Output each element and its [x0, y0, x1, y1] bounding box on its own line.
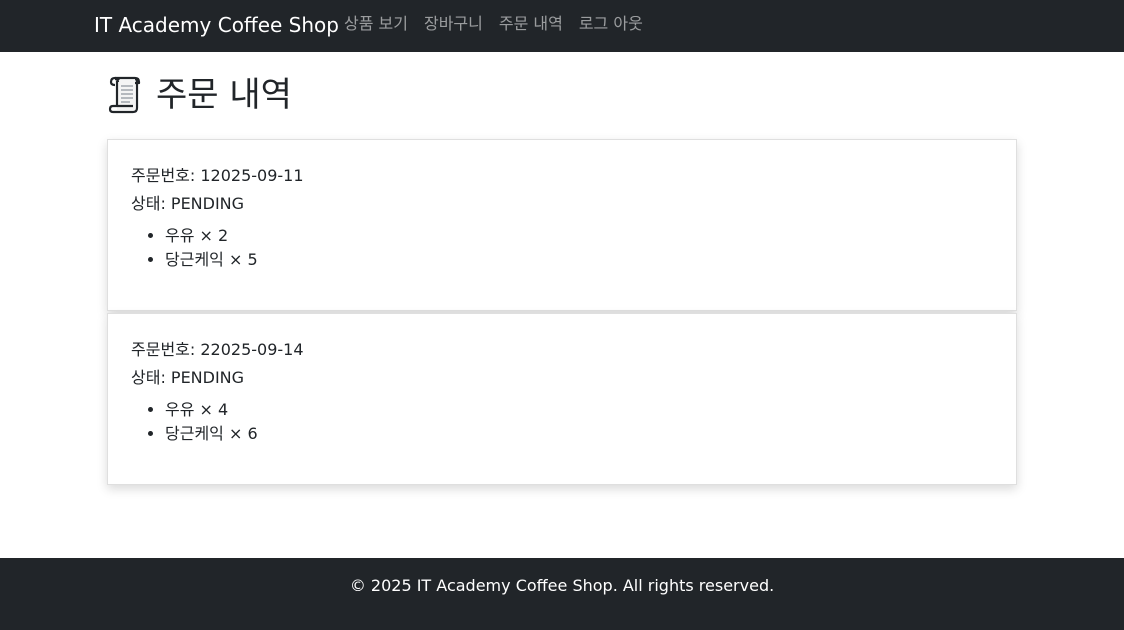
order-card: 주문번호: 12025-09-11 상태: PENDING 우유 × 2 당근케…	[107, 139, 1017, 311]
order-number: 주문번호: 22025-09-14	[131, 340, 304, 359]
nav-link-products[interactable]: 상품 보기	[336, 13, 416, 35]
navbar: IT Academy Coffee Shop 상품 보기 장바구니 주문 내역 …	[0, 0, 1124, 52]
order-item-list: 우유 × 2 당근케익 × 5	[131, 224, 258, 272]
order-item: 당근케익 × 6	[165, 422, 258, 446]
order-item: 우유 × 4	[165, 398, 258, 422]
nav-link-orders[interactable]: 주문 내역	[491, 13, 571, 35]
scroll-icon	[108, 76, 141, 114]
order-number: 주문번호: 12025-09-11	[131, 166, 304, 185]
order-card: 주문번호: 22025-09-14 상태: PENDING 우유 × 4 당근케…	[107, 313, 1017, 485]
nav-link-logout[interactable]: 로그 아웃	[571, 13, 651, 35]
footer-copyright: © 2025 IT Academy Coffee Shop. All right…	[349, 576, 775, 595]
page-title: 주문 내역	[156, 75, 292, 115]
order-item-list: 우유 × 4 당근케익 × 6	[131, 398, 258, 446]
nav-links: 상품 보기 장바구니 주문 내역 로그 아웃	[336, 13, 651, 35]
footer: © 2025 IT Academy Coffee Shop. All right…	[0, 558, 1124, 630]
order-status: 상태: PENDING	[131, 368, 245, 387]
order-item: 당근케익 × 5	[165, 248, 258, 272]
nav-link-cart[interactable]: 장바구니	[416, 13, 491, 35]
brand-link[interactable]: IT Academy Coffee Shop	[94, 12, 339, 38]
order-item: 우유 × 2	[165, 224, 258, 248]
order-status: 상태: PENDING	[131, 194, 245, 213]
page-header: 주문 내역	[108, 74, 292, 116]
